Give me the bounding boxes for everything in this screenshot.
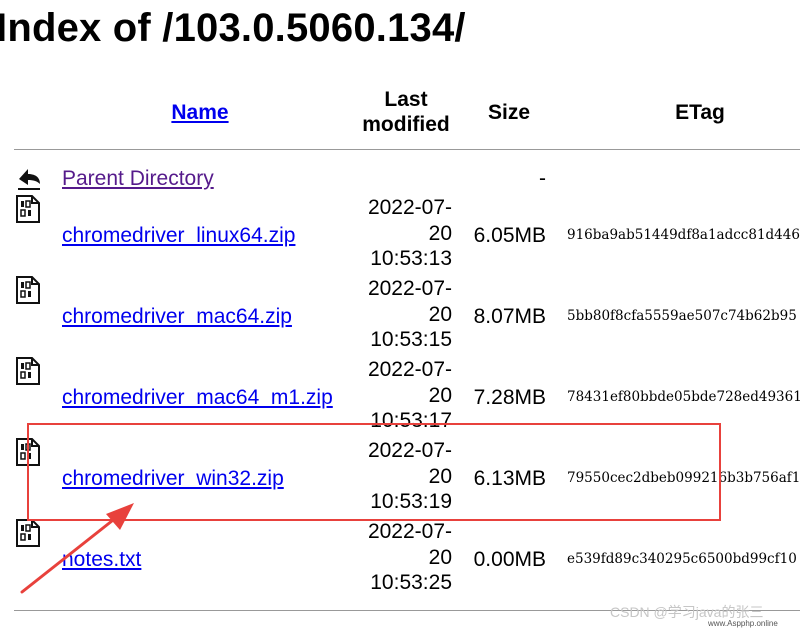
file-etag: 916ba9ab51449df8a1adcc81d446b: [567, 227, 800, 243]
column-header-etag: ETag: [675, 100, 725, 124]
file-modified-day: 20: [428, 383, 452, 407]
file-size: 8.07MB: [473, 305, 546, 328]
file-size: 7.28MB: [473, 386, 546, 409]
binary-file-icon: [16, 276, 40, 304]
column-header-size: Size: [487, 100, 531, 124]
file-last-modified: 2022-07- 20 10:53:25: [352, 519, 452, 596]
file-etag: 78431ef80bbde05bde728ed49361: [567, 389, 800, 405]
file-modified-date: 2022-07-: [367, 358, 452, 381]
file-modified-day: 20: [428, 545, 452, 569]
file-modified-time: 10:53:13: [370, 247, 452, 270]
file-modified-date: 2022-07-: [367, 196, 452, 219]
watermark-subtext: www.Aspphp.online: [708, 619, 778, 628]
file-link[interactable]: chromedriver_mac64.zip: [62, 305, 292, 328]
file-modified-time: 10:53:25: [370, 571, 452, 594]
file-size: 0.00MB: [473, 548, 546, 571]
text-file-icon: [16, 519, 40, 547]
back-arrow-icon: [16, 165, 40, 193]
file-name: chromedriver_mac64_m1.zip: [62, 386, 333, 410]
file-modified-date: 2022-07-: [367, 520, 452, 543]
file-size: 6.05MB: [473, 224, 546, 247]
file-modified-day: 20: [428, 302, 452, 326]
file-etag: 5bb80f8cfa5559ae507c74b62b95: [567, 308, 797, 324]
file-name: notes.txt: [62, 548, 141, 572]
parent-directory-link[interactable]: Parent Directory: [62, 167, 214, 190]
parent-directory-size: -: [539, 167, 546, 190]
file-name: chromedriver_linux64.zip: [62, 224, 295, 248]
file-last-modified: 2022-07- 20 10:53:13: [352, 195, 452, 272]
file-row-4: notes.txt 2022-07- 20 10:53:25 0.00MB e5…: [0, 519, 800, 599]
column-header-last-modified-line1: Last: [384, 88, 428, 111]
column-header-name: Name: [150, 84, 250, 140]
binary-file-icon: [16, 357, 40, 385]
file-modified-time: 10:53:15: [370, 328, 452, 351]
file-link[interactable]: chromedriver_mac64_m1.zip: [62, 386, 333, 409]
file-modified-day: 20: [428, 221, 452, 245]
file-row-0: chromedriver_linux64.zip 2022-07- 20 10:…: [0, 195, 800, 275]
sort-by-name-link[interactable]: Name: [171, 100, 228, 125]
file-link[interactable]: notes.txt: [62, 548, 141, 571]
annotation-highlight-box: [27, 423, 721, 521]
column-header-last-modified: Last modified: [350, 84, 462, 140]
column-header-last-modified-line2: modified: [362, 113, 450, 136]
header-divider: [14, 149, 800, 150]
parent-directory-row: Parent Directory -: [0, 163, 800, 197]
file-modified-date: 2022-07-: [367, 277, 452, 300]
file-link[interactable]: chromedriver_linux64.zip: [62, 224, 295, 247]
parent-directory-name: Parent Directory: [62, 167, 214, 191]
file-last-modified: 2022-07- 20 10:53:15: [352, 276, 452, 353]
file-name: chromedriver_mac64.zip: [62, 305, 292, 329]
binary-file-icon: [16, 195, 40, 223]
file-etag: e539fd89c340295c6500bd99cf10: [567, 551, 797, 567]
file-row-1: chromedriver_mac64.zip 2022-07- 20 10:53…: [0, 276, 800, 356]
column-header-row: Name Last modified Size ETag: [0, 84, 800, 144]
page-title: Index of /103.0.5060.134/: [0, 6, 466, 50]
